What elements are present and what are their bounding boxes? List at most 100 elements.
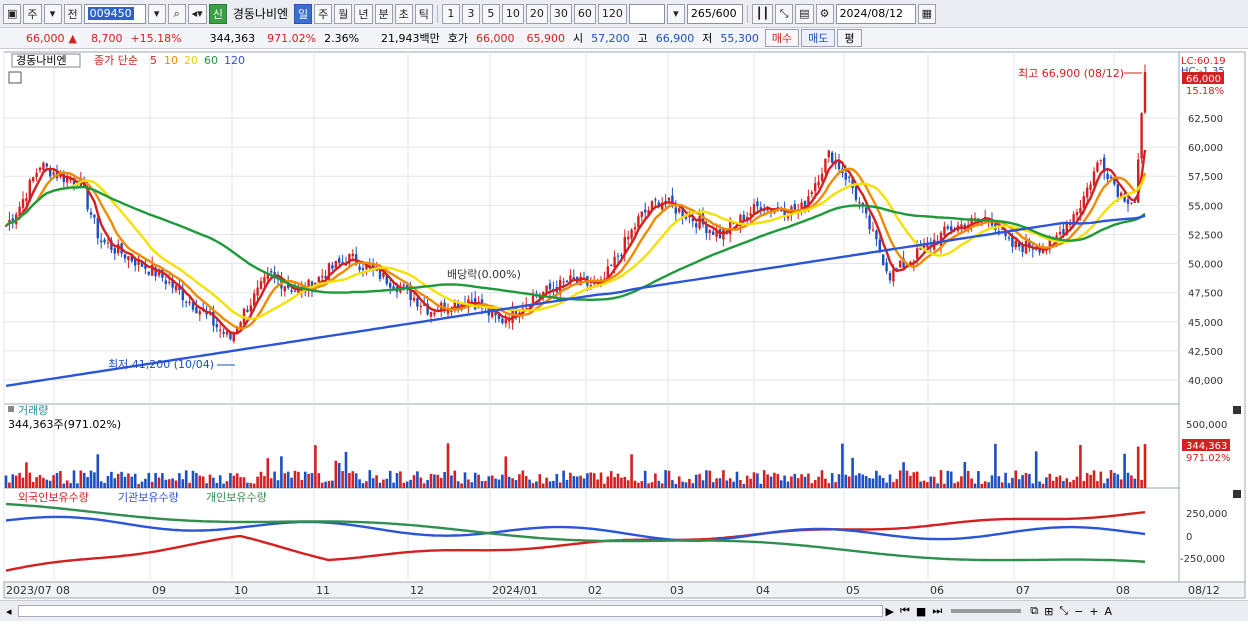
data-count-input[interactable]: 265/600: [686, 3, 743, 24]
candle-body: [89, 212, 93, 215]
candle-body: [501, 318, 504, 324]
volume-bar: [545, 477, 548, 488]
tile-icon[interactable]: ⊞: [1041, 605, 1056, 618]
low-label: 저: [702, 32, 713, 45]
volume-bar: [263, 476, 266, 488]
period-second[interactable]: 초: [394, 3, 413, 24]
volume-bar: [239, 477, 242, 488]
volume-bar: [42, 477, 45, 488]
legend-ma-label: 종가 단순: [94, 54, 138, 67]
period-minute[interactable]: 분: [374, 3, 393, 24]
prev-button[interactable]: 전: [63, 3, 82, 24]
candle-body: [712, 231, 715, 235]
candle-icon[interactable]: ┃┃: [751, 3, 774, 24]
avg-button[interactable]: 평: [837, 29, 862, 47]
volume-bar: [575, 476, 579, 488]
grid-toggle-icon[interactable]: [8, 71, 22, 84]
custom-interval-input[interactable]: [628, 3, 665, 24]
holdings-panel[interactable]: [3, 487, 1180, 583]
candle-body: [854, 186, 858, 200]
candle-body: [1079, 207, 1082, 214]
volume-bar: [1130, 475, 1133, 488]
volume-bar: [1123, 453, 1126, 488]
volume-bar: [487, 476, 491, 488]
interval-30[interactable]: 30: [549, 3, 572, 24]
volume-bar: [266, 458, 270, 488]
candle-body: [103, 239, 106, 243]
scroll-left-icon[interactable]: ◂: [0, 605, 18, 618]
candle-body: [188, 301, 191, 304]
calendar-icon[interactable]: ▦: [917, 3, 936, 24]
volume-bar: [1106, 478, 1109, 488]
search-icon[interactable]: ⌕: [167, 3, 186, 24]
layout-icon[interactable]: ⧉: [1027, 604, 1041, 618]
x-axis-label: 2023/07: [6, 584, 52, 597]
candle-body: [338, 258, 341, 263]
volume-bar: [514, 480, 518, 488]
candle-body: [127, 256, 130, 261]
volume-bar: [385, 478, 389, 488]
period-month[interactable]: 월: [334, 3, 353, 24]
volume-close-icon[interactable]: [1233, 406, 1241, 414]
ruler-icon[interactable]: ⤡: [1056, 604, 1071, 618]
rewind-icon[interactable]: ⏮: [897, 604, 913, 618]
period-week[interactable]: 주: [314, 3, 333, 24]
zoom-out-icon[interactable]: −: [1071, 605, 1086, 618]
scroll-bar[interactable]: ◂ ▶ ⏮ ■ ⏭ ⧉ ⊞ ⤡ − + A: [0, 600, 1248, 621]
market-dropdown-icon[interactable]: ▾: [43, 3, 62, 24]
save-icon[interactable]: ▤: [795, 3, 814, 24]
volume-bar: [936, 483, 939, 488]
market-select[interactable]: 주: [23, 3, 42, 24]
interval-5[interactable]: 5: [481, 3, 500, 24]
interval-20[interactable]: 20: [525, 3, 548, 24]
date-input[interactable]: 2024/08/12: [835, 3, 916, 24]
stop-icon[interactable]: ■: [913, 605, 929, 618]
scroll-track[interactable]: [17, 605, 883, 617]
interval-60[interactable]: 60: [573, 3, 596, 24]
forward-icon[interactable]: ⏭: [929, 604, 945, 618]
speaker-icon[interactable]: ◂▾: [187, 3, 207, 24]
draw-tool-icon[interactable]: ⤡: [775, 3, 794, 24]
candle-body: [899, 260, 902, 268]
volume-bar: [987, 482, 990, 488]
volume-bar: [130, 476, 134, 488]
sell-button[interactable]: 매도: [801, 29, 836, 47]
zoom-slider[interactable]: [951, 609, 1022, 613]
volume-bar: [749, 478, 752, 488]
interval-1[interactable]: 1: [441, 3, 460, 24]
interval-120[interactable]: 120: [597, 3, 627, 24]
volume-bar: [14, 475, 18, 488]
volume-bar: [55, 472, 59, 488]
candle-body: [1106, 173, 1109, 180]
candle-body: [256, 287, 259, 296]
chart-svg[interactable]: 경동나비엔 종가 단순 5 10 20 60 120 최고 66,900 (08…: [0, 50, 1248, 621]
zoom-in-icon[interactable]: +: [1086, 605, 1101, 618]
volume-bar: [31, 481, 35, 488]
buy-button[interactable]: 매수: [764, 29, 800, 47]
play-icon[interactable]: ▶: [883, 605, 897, 618]
high-price: 66,900: [655, 31, 695, 45]
text-size-icon[interactable]: A: [1102, 605, 1116, 618]
candle-body: [871, 229, 875, 231]
interval-dropdown-icon[interactable]: ▾: [666, 3, 685, 24]
ask-price: 65,900: [526, 31, 566, 45]
volume-bar: [21, 477, 25, 488]
chart-area[interactable]: 경동나비엔 종가 단순 5 10 20 60 120 최고 66,900 (08…: [0, 50, 1248, 621]
volume-bar: [715, 478, 718, 488]
volume-current-label: 344,363: [1186, 441, 1227, 452]
period-year[interactable]: 년: [354, 3, 373, 24]
gear-icon[interactable]: ⚙: [815, 3, 834, 24]
x-axis-label: 03: [670, 584, 684, 597]
interval-10[interactable]: 10: [501, 3, 524, 24]
candle-body: [1086, 187, 1089, 198]
volume-bar: [960, 476, 963, 488]
code-dropdown-icon[interactable]: ▾: [147, 3, 166, 24]
period-day[interactable]: 일: [294, 3, 313, 24]
period-tick[interactable]: 틱: [414, 3, 433, 24]
holdings-close-icon[interactable]: [1233, 490, 1241, 498]
volume-bar: [439, 478, 443, 488]
volume-bar: [592, 473, 596, 488]
stock-code-input[interactable]: 009450: [83, 3, 146, 24]
interval-3[interactable]: 3: [461, 3, 480, 24]
window-icon[interactable]: ▣: [3, 3, 22, 24]
